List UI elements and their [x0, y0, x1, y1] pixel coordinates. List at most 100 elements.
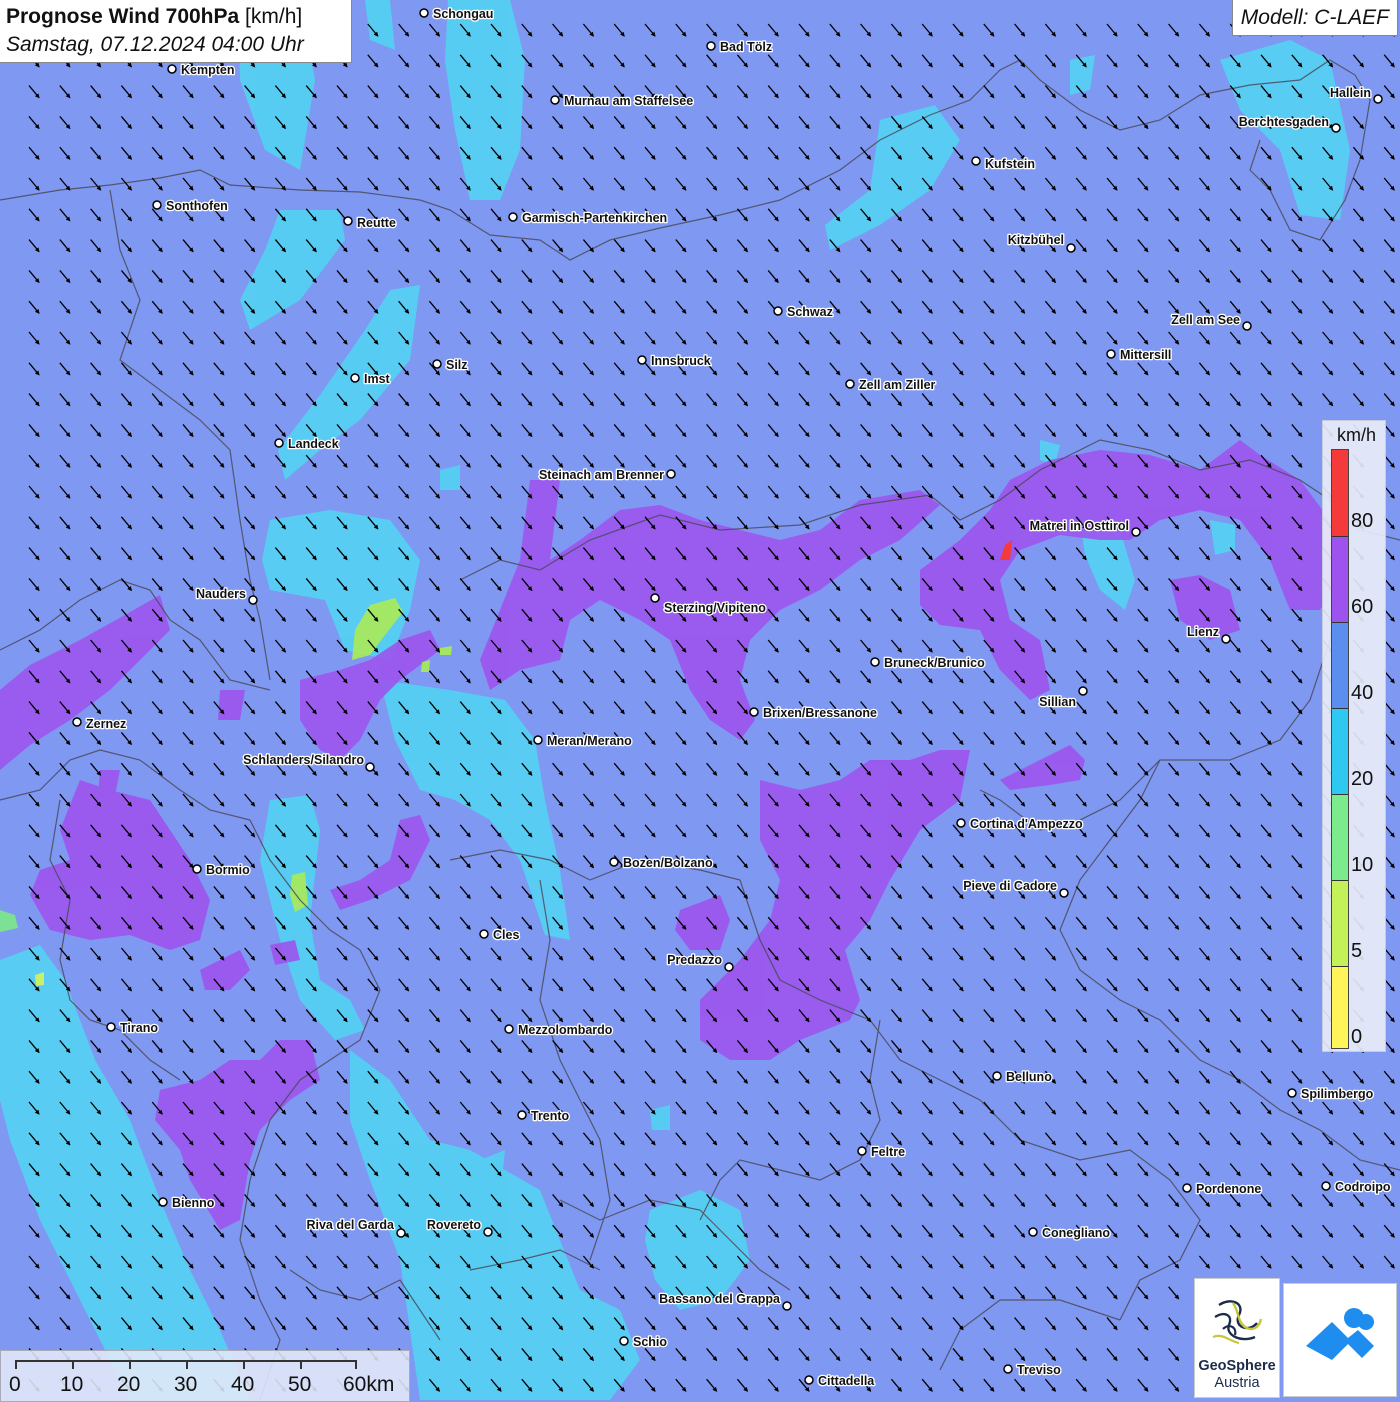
svg-text:Hallein: Hallein — [1330, 86, 1371, 100]
city-cortina: Cortina d'Ampezzo — [956, 816, 1084, 832]
scale-label-30: 30 — [174, 1373, 198, 1396]
scale-label-0: 0 — [9, 1373, 21, 1396]
scale-tick — [72, 1360, 74, 1369]
geosphere-emblem-icon — [1212, 1300, 1263, 1345]
svg-text:Riva del Garda: Riva del Garda — [306, 1218, 395, 1232]
scale-tick — [243, 1360, 245, 1369]
svg-text:Brixen/Bressanone: Brixen/Bressanone — [763, 706, 877, 720]
svg-text:Kufstein: Kufstein — [985, 157, 1035, 171]
svg-text:Sillian: Sillian — [1039, 695, 1076, 709]
svg-text:Conegliano: Conegliano — [1042, 1226, 1110, 1240]
legend-swatch-5 — [1332, 880, 1348, 966]
scale-label-50: 50 — [288, 1373, 312, 1396]
svg-text:Bad Tölz: Bad Tölz — [720, 40, 772, 54]
svg-text:Predazzo: Predazzo — [667, 953, 722, 967]
scale-tick — [129, 1360, 131, 1369]
city-brixen: Brixen/Bressanone — [749, 705, 878, 721]
svg-text:Bormio: Bormio — [206, 863, 250, 877]
city-mezzolombardo: Mezzolombardo — [504, 1022, 614, 1038]
legend-tick-0: 0 — [1351, 1026, 1363, 1048]
svg-text:Cittadella: Cittadella — [818, 1374, 875, 1388]
city-meran: Meran/Merano — [533, 733, 633, 749]
geosphere-logo: GeoSphere Austria — [1194, 1278, 1280, 1398]
svg-text:Reutte: Reutte — [357, 216, 396, 230]
legend-swatch-20 — [1332, 708, 1348, 794]
title-main: Prognose Wind 700hPa — [6, 5, 240, 28]
svg-text:Garmisch-Partenkirchen: Garmisch-Partenkirchen — [522, 211, 667, 225]
wind-map: Schongau Bad Tölz Kempten Murnau am Staf… — [0, 0, 1400, 1400]
svg-text:Berchtesgaden: Berchtesgaden — [1239, 115, 1329, 129]
app-weather-icon — [1306, 1308, 1374, 1360]
scale-tick — [300, 1360, 302, 1369]
city-bozen: Bozen/Bolzano — [609, 855, 714, 871]
svg-text:Steinach am Brenner: Steinach am Brenner — [539, 468, 664, 482]
svg-text:Cles: Cles — [493, 928, 519, 942]
svg-text:Schwaz: Schwaz — [787, 305, 833, 319]
logo-name: GeoSphere — [1198, 1358, 1276, 1374]
svg-text:Cortina d'Ampezzo: Cortina d'Ampezzo — [970, 817, 1083, 831]
svg-text:Zell am See: Zell am See — [1171, 313, 1240, 327]
scale-tick — [355, 1360, 357, 1369]
city-conegliano: Conegliano — [1028, 1225, 1112, 1241]
svg-text:Kempten: Kempten — [181, 63, 234, 77]
svg-text:Mittersill: Mittersill — [1120, 348, 1171, 362]
legend-tick-80: 80 — [1351, 510, 1374, 532]
legend-colorbar — [1331, 449, 1349, 1049]
legend-tick-40: 40 — [1351, 682, 1374, 704]
svg-text:Feltre: Feltre — [871, 1145, 905, 1159]
svg-text:Zell am Ziller: Zell am Ziller — [859, 378, 936, 392]
legend-tick-20: 20 — [1351, 768, 1374, 790]
legend-swatch-60 — [1332, 536, 1348, 622]
svg-text:Bassano del Grappa: Bassano del Grappa — [659, 1292, 781, 1306]
svg-text:Codroipo: Codroipo — [1335, 1180, 1391, 1194]
svg-text:Schongau: Schongau — [433, 7, 493, 21]
svg-text:Bienno: Bienno — [172, 1196, 215, 1210]
logo-subtitle: Austria — [1214, 1375, 1260, 1391]
legend-tick-5: 5 — [1351, 940, 1363, 962]
svg-text:Silz: Silz — [446, 358, 468, 372]
svg-text:Innsbruck: Innsbruck — [651, 354, 711, 368]
svg-text:Pordenone: Pordenone — [1196, 1182, 1261, 1196]
svg-text:Treviso: Treviso — [1017, 1363, 1061, 1377]
scale-tick — [15, 1360, 17, 1369]
color-legend: km/h 80 60 40 20 10 5 0 — [1322, 420, 1386, 1052]
svg-text:Landeck: Landeck — [288, 437, 339, 451]
svg-text:Matrei in Osttirol: Matrei in Osttirol — [1030, 519, 1129, 533]
legend-swatch-10 — [1332, 794, 1348, 880]
svg-text:Nauders: Nauders — [196, 587, 246, 601]
svg-text:Sterzing/Vipiteno: Sterzing/Vipiteno — [664, 601, 766, 615]
city-murnau: Murnau am Staffelsee — [550, 93, 695, 109]
city-bruneck: Bruneck/Brunico — [870, 655, 986, 671]
legend-swatch-80 — [1332, 450, 1348, 536]
svg-text:Zernez: Zernez — [86, 717, 126, 731]
svg-text:Kitzbühel: Kitzbühel — [1008, 233, 1064, 247]
svg-text:Bozen/Bolzano: Bozen/Bolzano — [623, 856, 713, 870]
svg-text:Schlanders/Silandro: Schlanders/Silandro — [243, 753, 364, 767]
title-unit: [km/h] — [245, 5, 303, 28]
svg-text:Meran/Merano: Meran/Merano — [547, 734, 632, 748]
model-label: Modell: C-LAEF — [1231, 0, 1398, 36]
legend-unit: km/h — [1337, 425, 1377, 445]
svg-text:Murnau am Staffelsee: Murnau am Staffelsee — [564, 94, 693, 108]
svg-text:Imst: Imst — [364, 372, 391, 386]
app-logo — [1283, 1283, 1397, 1397]
svg-text:Lienz: Lienz — [1187, 625, 1219, 639]
scale-label-40: 40 — [231, 1373, 255, 1396]
svg-text:Schio: Schio — [633, 1335, 667, 1349]
scale-label-60km: 60km — [343, 1373, 395, 1396]
svg-text:Rovereto: Rovereto — [427, 1218, 482, 1232]
svg-text:Belluno: Belluno — [1006, 1070, 1052, 1084]
legend-tick-60: 60 — [1351, 596, 1374, 618]
scale-label-10: 10 — [60, 1373, 84, 1396]
map-title: Prognose Wind 700hPa [km/h] — [6, 3, 345, 31]
svg-text:Mezzolombardo: Mezzolombardo — [518, 1023, 613, 1037]
forecast-datetime: Samstag, 07.12.2024 04:00 Uhr — [6, 33, 304, 56]
city-garmisch: Garmisch-Partenkirchen — [508, 210, 669, 226]
scale-tick — [186, 1360, 188, 1369]
scale-label-20: 20 — [117, 1373, 141, 1396]
svg-text:Tirano: Tirano — [120, 1021, 158, 1035]
svg-text:Bruneck/Brunico: Bruneck/Brunico — [884, 656, 985, 670]
svg-text:Pieve di Cadore: Pieve di Cadore — [963, 879, 1057, 893]
svg-text:Trento: Trento — [531, 1109, 570, 1123]
city-zell-am-ziller: Zell am Ziller — [845, 377, 937, 393]
